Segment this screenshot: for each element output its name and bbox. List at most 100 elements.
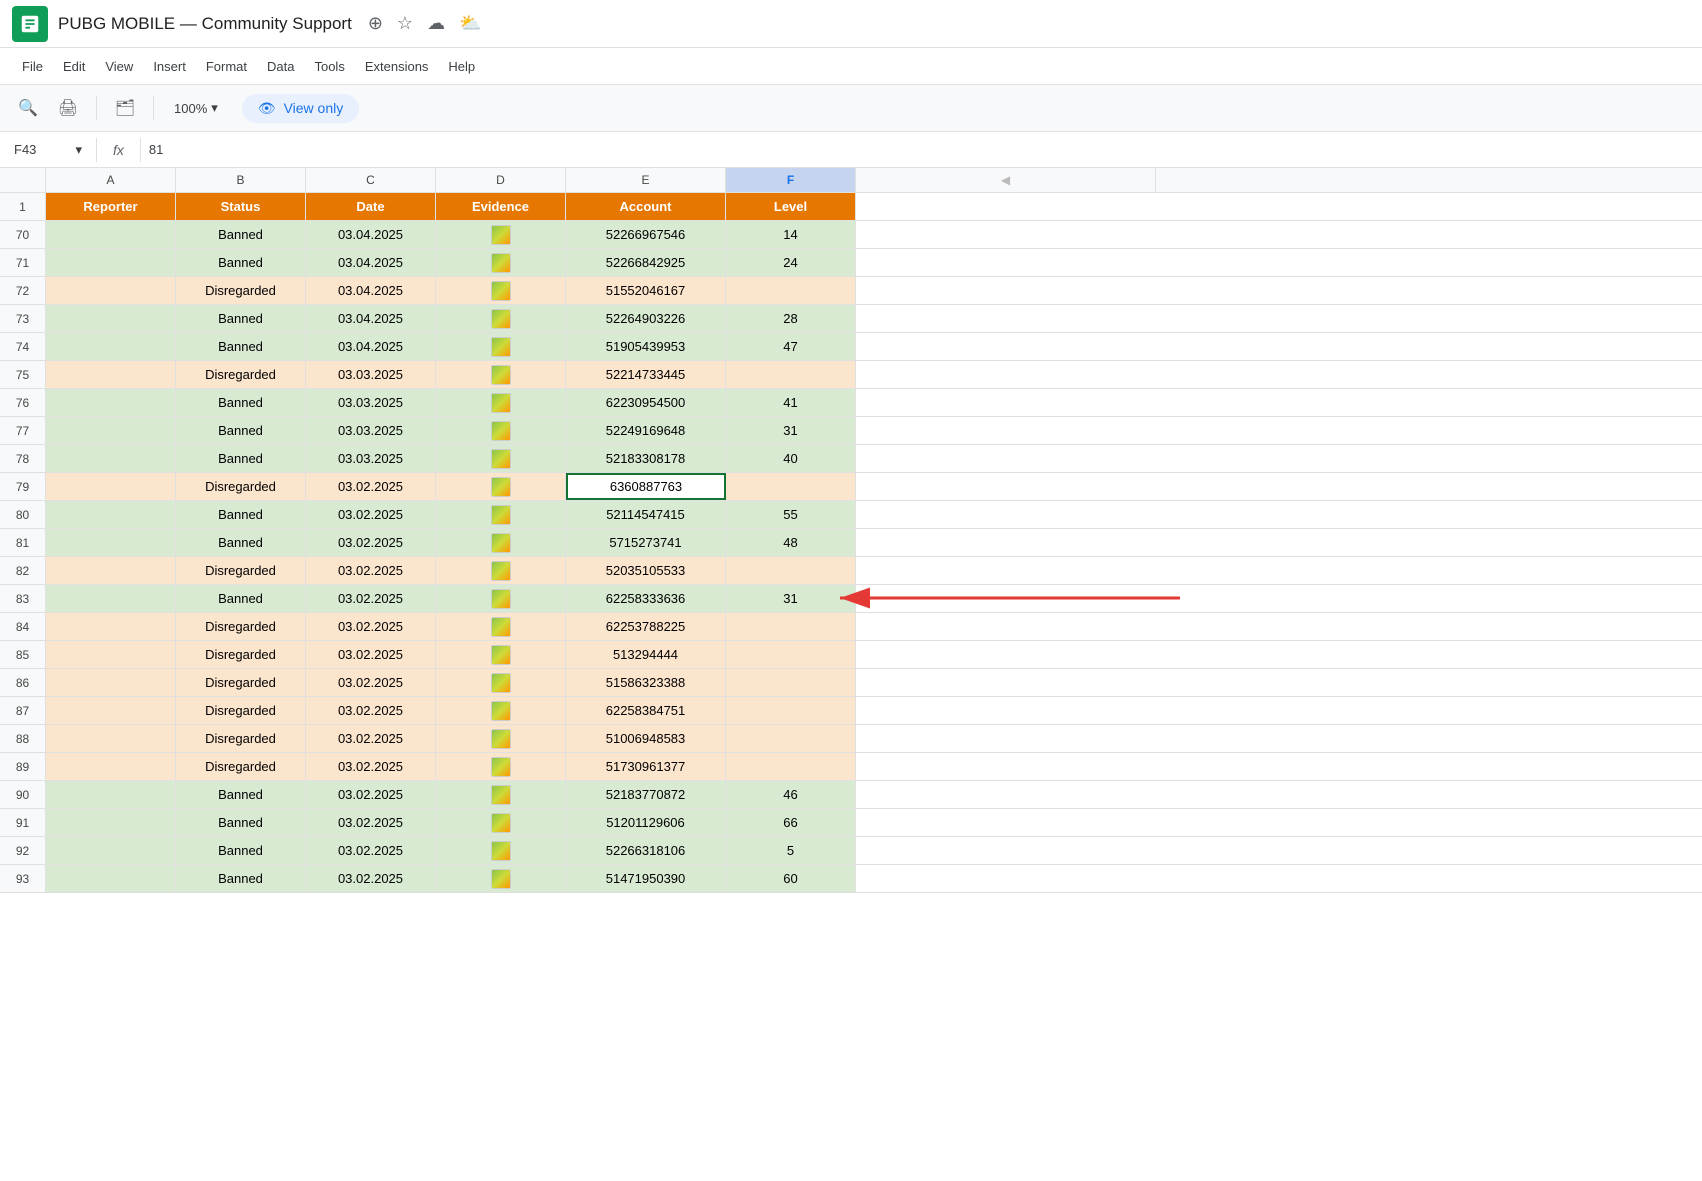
cell-b[interactable]: Disregarded [176,557,306,584]
menu-view[interactable]: View [95,55,143,78]
col-d-header-cell[interactable]: Evidence [436,193,566,220]
evidence-icon[interactable] [491,337,511,357]
cell-a[interactable] [46,753,176,780]
cell-a[interactable] [46,305,176,332]
cell-d[interactable] [436,249,566,276]
cell-e[interactable]: 5715273741 [566,529,726,556]
cell-a[interactable] [46,529,176,556]
cell-b[interactable]: Banned [176,305,306,332]
cell-d[interactable] [436,361,566,388]
cell-f[interactable]: 48 [726,529,856,556]
cell-e[interactable]: 62253788225 [566,613,726,640]
cell-a[interactable] [46,585,176,612]
cell-f[interactable]: 55 [726,501,856,528]
cell-d[interactable] [436,501,566,528]
cell-b[interactable]: Disregarded [176,641,306,668]
col-a-header-cell[interactable]: Reporter [46,193,176,220]
cell-c[interactable]: 03.02.2025 [306,809,436,836]
col-b-header-cell[interactable]: Status [176,193,306,220]
cell-a[interactable] [46,725,176,752]
evidence-icon[interactable] [491,729,511,749]
cloud-icon[interactable]: ⛅ [459,13,481,34]
cell-b[interactable]: Banned [176,221,306,248]
cell-c[interactable]: 03.02.2025 [306,613,436,640]
zoom-control[interactable]: 100% ▾ [166,96,226,120]
cell-c[interactable]: 03.03.2025 [306,417,436,444]
evidence-icon[interactable] [491,785,511,805]
cell-f[interactable]: 31 [726,585,856,612]
cell-a[interactable] [46,697,176,724]
evidence-icon[interactable] [491,561,511,581]
cell-f[interactable] [726,669,856,696]
menu-insert[interactable]: Insert [143,55,196,78]
menu-data[interactable]: Data [257,55,304,78]
cell-e[interactable]: 52183308178 [566,445,726,472]
cell-e[interactable]: 62230954500 [566,389,726,416]
cell-b[interactable]: Disregarded [176,669,306,696]
cell-d[interactable] [436,389,566,416]
cell-c[interactable]: 03.02.2025 [306,501,436,528]
cell-c[interactable]: 03.02.2025 [306,529,436,556]
cell-f[interactable]: 47 [726,333,856,360]
cell-b[interactable]: Banned [176,333,306,360]
cell-e[interactable]: 51586323388 [566,669,726,696]
evidence-icon[interactable] [491,225,511,245]
cell-d[interactable] [436,277,566,304]
cell-c[interactable]: 03.03.2025 [306,361,436,388]
menu-help[interactable]: Help [438,55,485,78]
cell-e[interactable]: 52114547415 [566,501,726,528]
cell-e[interactable]: 52266842925 [566,249,726,276]
cell-d[interactable] [436,781,566,808]
cell-a[interactable] [46,277,176,304]
cell-c[interactable]: 03.03.2025 [306,389,436,416]
evidence-icon[interactable] [491,841,511,861]
cell-b[interactable]: Banned [176,529,306,556]
view-only-button[interactable]: 👁 View only [242,94,359,123]
cell-b[interactable]: Disregarded [176,277,306,304]
evidence-icon[interactable] [491,617,511,637]
cell-a[interactable] [46,333,176,360]
star-icon[interactable]: ☆ [397,13,413,34]
cell-b[interactable]: Disregarded [176,613,306,640]
cell-a[interactable] [46,361,176,388]
cell-b[interactable]: Banned [176,781,306,808]
evidence-icon[interactable] [491,309,511,329]
col-header-b[interactable]: B [176,168,306,192]
evidence-icon[interactable] [491,449,511,469]
evidence-icon[interactable] [491,645,511,665]
search-icon[interactable]: ⊕ [368,13,383,34]
cell-b[interactable]: Banned [176,389,306,416]
cell-c[interactable]: 03.02.2025 [306,585,436,612]
cell-c[interactable]: 03.02.2025 [306,557,436,584]
cell-d[interactable] [436,641,566,668]
col-header-a[interactable]: A [46,168,176,192]
cell-b[interactable]: Banned [176,809,306,836]
cell-e[interactable]: 51905439953 [566,333,726,360]
cell-b[interactable]: Banned [176,837,306,864]
evidence-icon[interactable] [491,505,511,525]
evidence-icon[interactable] [491,421,511,441]
cell-a[interactable] [46,781,176,808]
cell-d[interactable] [436,613,566,640]
cell-a[interactable] [46,809,176,836]
cell-d[interactable] [436,417,566,444]
cell-d[interactable] [436,697,566,724]
cell-f[interactable]: 5 [726,837,856,864]
cell-f[interactable] [726,473,856,500]
cell-f[interactable] [726,697,856,724]
cell-e[interactable]: 52214733445 [566,361,726,388]
cell-b[interactable]: Disregarded [176,361,306,388]
cell-e[interactable]: 51552046167 [566,277,726,304]
cloud-move-icon[interactable]: ☁ [427,13,445,34]
evidence-icon[interactable] [491,673,511,693]
cell-f[interactable]: 41 [726,389,856,416]
evidence-icon[interactable] [491,253,511,273]
cell-c[interactable]: 03.02.2025 [306,641,436,668]
cell-e[interactable]: 513294444 [566,641,726,668]
cell-f[interactable] [726,641,856,668]
cell-e[interactable]: 51201129606 [566,809,726,836]
cell-c[interactable]: 03.02.2025 [306,725,436,752]
evidence-icon[interactable] [491,813,511,833]
cell-f[interactable] [726,753,856,780]
cell-d[interactable] [436,809,566,836]
